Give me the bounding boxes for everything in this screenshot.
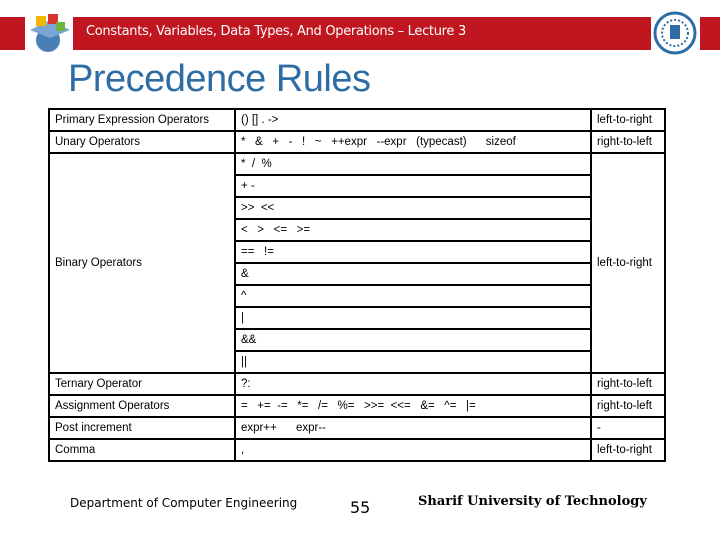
operators: expr++ expr-- [234,416,592,440]
associativity: left-to-right [590,108,666,132]
table-row: Unary Operators * & + - ! ~ ++expr --expr… [48,130,666,154]
operators: < > <= >= [234,218,592,242]
operator-category: Assignment Operators [48,394,236,418]
page-number: 55 [350,498,371,517]
operators: + - [234,174,592,198]
associativity: left-to-right [590,438,666,462]
operator-category: Comma [48,438,236,462]
graduation-cap-logo-icon [30,14,70,52]
operator-category: Unary Operators [48,130,236,154]
operator-category: Post increment [48,416,236,440]
operator-category: Primary Expression Operators [48,108,236,132]
associativity: left-to-right [590,152,666,374]
operators: () [] . -> [234,108,592,132]
operators: ^ [234,284,592,308]
operators: ?: [234,372,592,396]
table-row: Ternary Operator?: right-to-left [48,372,666,396]
footer-department: Department of Computer Engineering [70,496,298,510]
operators: & [234,262,592,286]
associativity: right-to-left [590,130,666,154]
operators: * & + - ! ~ ++expr --expr (typecast) siz… [234,130,592,154]
header-bar [0,17,25,50]
associativity: right-to-left [590,394,666,418]
slide-title: Precedence Rules [68,58,371,100]
associativity: - [590,416,666,440]
header-bar [700,17,720,50]
operator-category: Ternary Operator [48,372,236,396]
operators: == != [234,240,592,264]
operators: >> << [234,196,592,220]
operators: || [234,350,592,374]
operator-category: Binary Operators [48,152,236,374]
precedence-table: Primary Expression Operators() [] . -> le… [48,108,666,462]
footer-university: Sharif University of Technology [418,494,647,509]
table-row: Binary Operators * / % left-to-right [48,152,666,374]
university-seal-logo-icon [653,11,697,55]
table-row: Primary Expression Operators() [] . -> le… [48,108,666,132]
table-row: Comma, left-to-right [48,438,666,462]
operators: && [234,328,592,352]
operators: = += -= *= /= %= >>= <<= &= ^= |= [234,394,592,418]
lecture-header-title: Constants, Variables, Data Types, And Op… [86,24,466,39]
operators: * / % [234,152,592,176]
table-row: Post increment expr++ expr-- - [48,416,666,440]
operators: | [234,306,592,330]
table-row: Assignment Operators = += -= *= /= %= >>=… [48,394,666,418]
operators: , [234,438,592,462]
associativity: right-to-left [590,372,666,396]
